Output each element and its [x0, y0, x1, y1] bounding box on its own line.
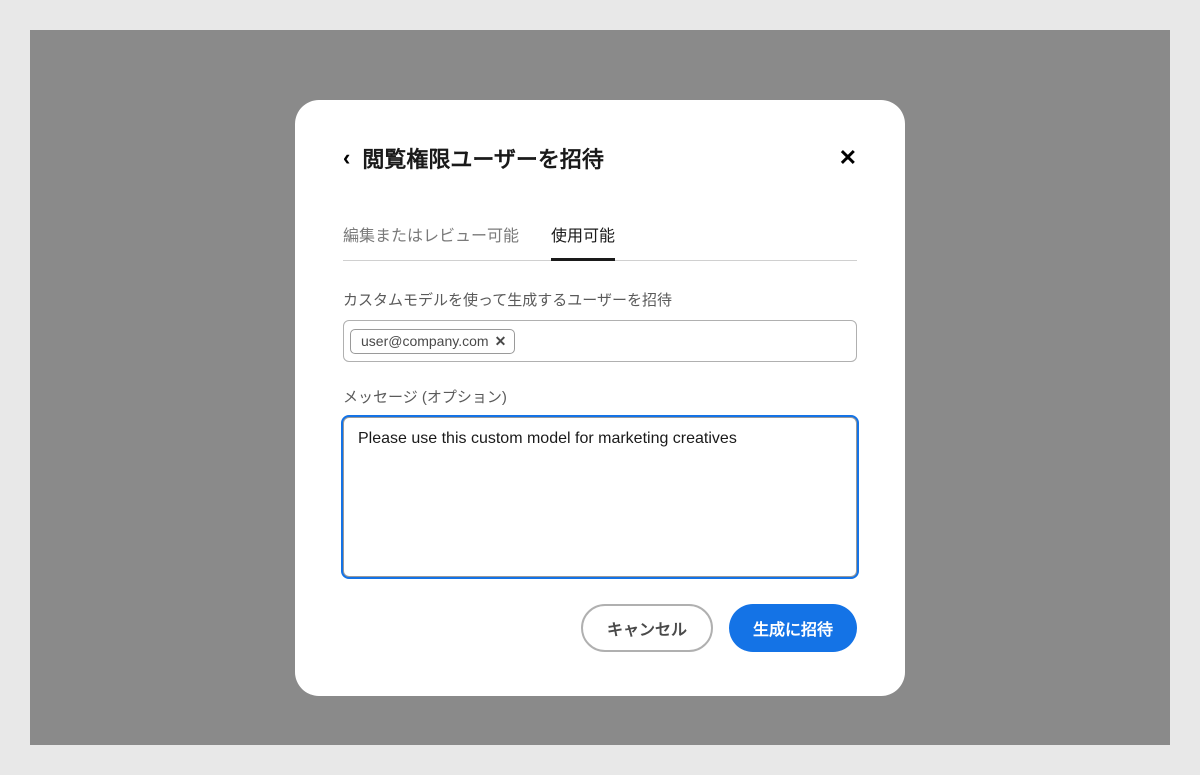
dialog-header: ‹ 閲覧権限ユーザーを招待 ✕: [343, 142, 857, 174]
dialog-footer: キャンセル 生成に招待: [343, 604, 857, 652]
tab-edit-review[interactable]: 編集またはレビュー可能: [343, 222, 519, 260]
modal-backdrop: ‹ 閲覧権限ユーザーを招待 ✕ 編集またはレビュー可能 使用可能 カスタムモデル…: [30, 30, 1170, 745]
tab-usable[interactable]: 使用可能: [551, 222, 615, 260]
message-label: メッセージ (オプション): [343, 386, 857, 407]
dialog-title: 閲覧権限ユーザーを招待: [362, 142, 604, 174]
invite-label: カスタムモデルを使って生成するユーザーを招待: [343, 289, 857, 310]
message-textarea[interactable]: [343, 417, 857, 577]
invite-user-input[interactable]: user@company.com ✕: [343, 320, 857, 362]
close-icon[interactable]: ✕: [839, 145, 857, 171]
chip-text: user@company.com: [361, 333, 489, 349]
user-chip: user@company.com ✕: [350, 329, 515, 354]
tabs: 編集またはレビュー可能 使用可能: [343, 222, 857, 261]
cancel-button[interactable]: キャンセル: [581, 604, 713, 652]
dialog-title-wrap: ‹ 閲覧権限ユーザーを招待: [343, 142, 604, 174]
invite-button[interactable]: 生成に招待: [729, 604, 857, 652]
back-icon[interactable]: ‹: [343, 145, 350, 171]
chip-remove-icon[interactable]: ✕: [495, 333, 507, 350]
invite-dialog: ‹ 閲覧権限ユーザーを招待 ✕ 編集またはレビュー可能 使用可能 カスタムモデル…: [295, 100, 905, 696]
